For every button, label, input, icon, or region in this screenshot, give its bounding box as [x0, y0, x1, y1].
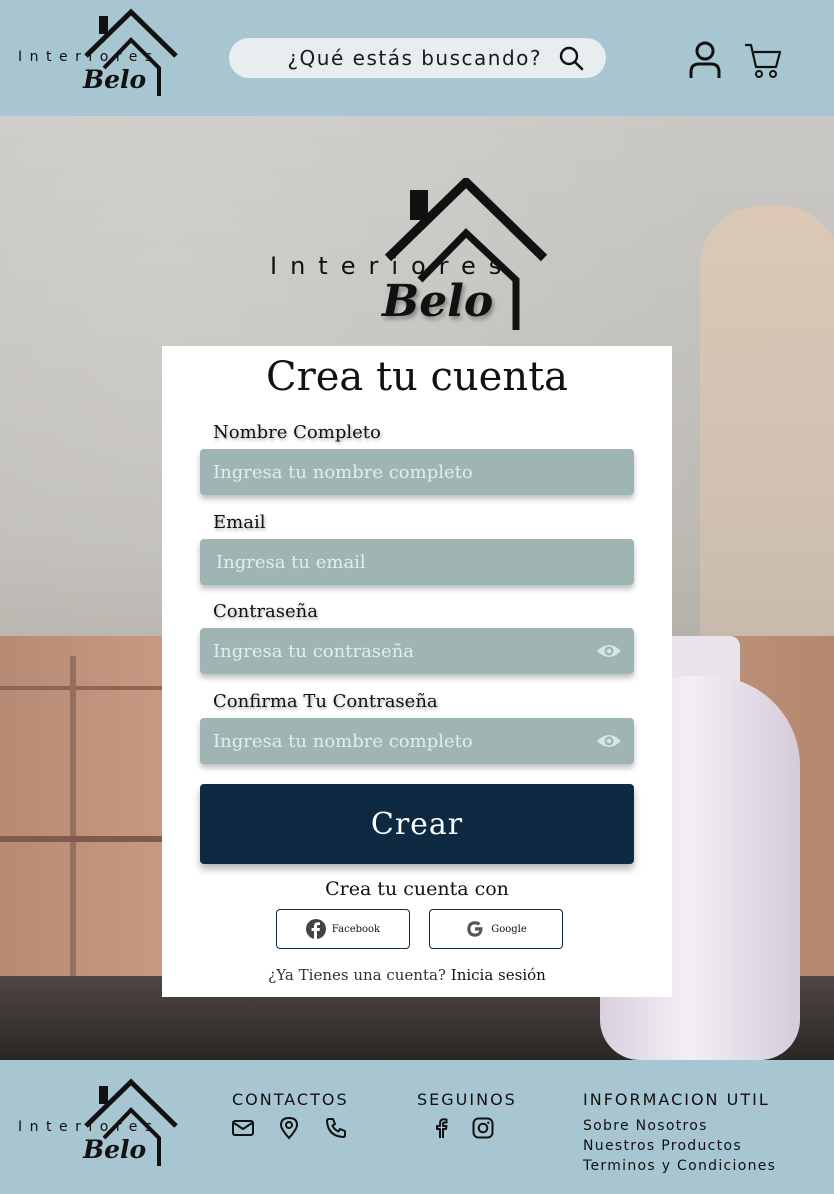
password-field[interactable]: Ingresa tu contraseña	[200, 628, 634, 674]
header: Interiores Belo ¿Qué estás buscando?	[0, 0, 834, 116]
logo-wordmark-top: Interiores	[18, 49, 160, 65]
hero-background: Interiores Belo Crea tu cuenta Nombre Co…	[0, 116, 834, 1060]
contactos-heading: CONTACTOS	[232, 1090, 349, 1109]
login-prompt: ¿Ya Tienes una cuenta? Inicia sesión	[162, 966, 652, 984]
footer-link-products[interactable]: Nuestros Productos	[583, 1138, 742, 1154]
footer-link-about[interactable]: Sobre Nosotros	[583, 1118, 708, 1134]
footer: Interiores Belo CONTACTOS SEGUINOS INFOR…	[0, 1060, 834, 1194]
facebook-label: Facebook	[331, 923, 381, 935]
footer-link-terms[interactable]: Terminos y Condiciones	[583, 1158, 776, 1174]
facebook-signup-button[interactable]: Facebook	[276, 909, 410, 949]
email-input[interactable]: Ingresa tu email	[216, 552, 366, 573]
login-link[interactable]: Inicia sesión	[451, 966, 546, 984]
seguinos-heading: SEGUINOS	[417, 1090, 517, 1109]
password-label: Contraseña	[213, 601, 318, 622]
pampas-grass-decoration	[700, 206, 834, 686]
eye-icon[interactable]	[596, 640, 622, 662]
full-name-field[interactable]: Ingresa tu nombre completo	[200, 449, 634, 495]
confirm-password-input[interactable]: Ingresa tu nombre completo	[213, 731, 473, 752]
cabinet-edge	[0, 686, 180, 690]
cabinet-edge	[0, 836, 180, 842]
login-prompt-text: ¿Ya Tienes una cuenta?	[268, 966, 446, 984]
logo-wordmark-top: Interiores	[18, 1119, 160, 1135]
instagram-icon[interactable]	[471, 1116, 495, 1140]
search-input[interactable]: ¿Qué estás buscando?	[287, 46, 542, 70]
google-signup-button[interactable]: Google	[429, 909, 563, 949]
google-icon	[467, 921, 483, 937]
confirm-password-label: Confirma Tu Contraseña	[213, 691, 438, 712]
info-heading: INFORMACION UTIL	[583, 1090, 770, 1109]
hero-logo: Interiores Belo	[270, 178, 550, 336]
footer-logo[interactable]: Interiores Belo	[18, 1078, 178, 1168]
cart-icon[interactable]	[743, 40, 783, 80]
header-logo[interactable]: Interiores Belo	[18, 8, 178, 98]
eye-icon[interactable]	[596, 730, 622, 752]
email-field[interactable]: Ingresa tu email	[200, 539, 634, 585]
confirm-password-field[interactable]: Ingresa tu nombre completo	[200, 718, 634, 764]
facebook-icon[interactable]	[429, 1116, 453, 1140]
full-name-input[interactable]: Ingresa tu nombre completo	[213, 462, 473, 483]
mail-icon[interactable]	[231, 1116, 255, 1140]
phone-icon[interactable]	[324, 1116, 348, 1140]
page-title: Crea tu cuenta	[265, 354, 569, 400]
create-account-label: Crear	[370, 806, 464, 842]
search-bar[interactable]: ¿Qué estás buscando?	[229, 38, 606, 78]
logo-wordmark-bottom: Belo	[83, 1135, 147, 1164]
user-icon[interactable]	[688, 40, 722, 80]
create-account-button[interactable]: Crear	[200, 784, 634, 864]
logo-wordmark-bottom: Belo	[382, 276, 494, 327]
search-icon[interactable]	[558, 45, 584, 71]
signup-card: Crea tu cuenta Nombre Completo Ingresa t…	[162, 346, 672, 997]
social-signup-title: Crea tu cuenta con	[325, 878, 509, 900]
facebook-icon	[305, 919, 326, 939]
email-label: Email	[213, 512, 266, 533]
logo-wordmark-bottom: Belo	[83, 65, 147, 94]
location-icon[interactable]	[277, 1116, 301, 1140]
google-label: Google	[491, 923, 527, 935]
full-name-label: Nombre Completo	[213, 422, 381, 443]
password-input[interactable]: Ingresa tu contraseña	[213, 641, 414, 662]
